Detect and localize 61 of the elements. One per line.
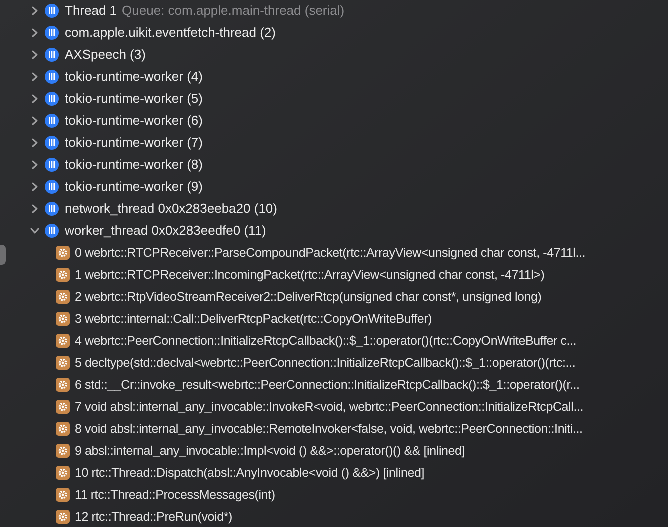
gear-icon (56, 312, 70, 326)
gear-icon (56, 444, 70, 458)
disclosure-chevron-icon[interactable] (30, 6, 40, 16)
thread-name: tokio-runtime-worker (4) (65, 68, 203, 86)
gear-icon (56, 488, 70, 502)
stack-frame[interactable]: 8 void absl::internal_any_invocable::RemoteInvoker<false, void, webrtc::PeerConnection::Initi... (75, 420, 583, 438)
disclosure-chevron-icon[interactable] (30, 138, 40, 148)
thread-name: Thread 1 (65, 2, 118, 20)
stack-frame[interactable]: 11 rtc::Thread::ProcessMessages(int) (75, 486, 276, 504)
thread-icon (45, 202, 59, 216)
disclosure-chevron-icon[interactable] (30, 94, 40, 104)
thread-icon (45, 136, 59, 150)
thread-icon (45, 70, 59, 84)
thread-icon (45, 4, 59, 18)
disclosure-chevron-icon[interactable] (30, 50, 40, 60)
gear-icon (56, 378, 70, 392)
disclosure-chevron-icon[interactable] (30, 226, 40, 236)
thread-icon (45, 158, 59, 172)
gear-icon (56, 400, 70, 414)
stack-frame[interactable]: 12 rtc::Thread::PreRun(void*) (75, 508, 232, 526)
stack-frame[interactable]: 0 webrtc::RTCPReceiver::ParseCompoundPacket(rtc::ArrayView<unsigned char const, -4711l... (75, 244, 586, 262)
stack-frame[interactable]: 5 decltype(std::declval<webrtc::PeerConnection::InitializeRtcpCallback()::$_1::operator()(rtc:... (75, 354, 576, 372)
thread-name: tokio-runtime-worker (8) (65, 156, 203, 174)
thread-name: tokio-runtime-worker (7) (65, 134, 203, 152)
stack-frame[interactable]: 4 webrtc::PeerConnection::InitializeRtcpCallback()::$_1::operator()(rtc::CopyOnWriteBuffer c... (75, 332, 577, 350)
gear-icon (56, 334, 70, 348)
stack-frame[interactable]: 2 webrtc::RtpVideoStreamReceiver2::DeliverRtcp(unsigned char const*, unsigned long) (75, 288, 542, 306)
thread-icon (45, 92, 59, 106)
disclosure-chevron-icon[interactable] (30, 116, 40, 126)
thread-icon (45, 180, 59, 194)
disclosure-chevron-icon[interactable] (30, 204, 40, 214)
thread-name: AXSpeech (3) (65, 46, 146, 64)
gear-icon (56, 246, 70, 260)
stack-frame[interactable]: 10 rtc::Thread::Dispatch(absl::AnyInvocable<void () &&>) [inlined] (75, 464, 424, 482)
thread-name: tokio-runtime-worker (5) (65, 90, 203, 108)
gear-icon (56, 290, 70, 304)
gear-icon (56, 466, 70, 480)
gear-icon (56, 268, 70, 282)
thread-queue: Queue: com.apple.main-thread (serial) (122, 2, 345, 20)
stack-frame[interactable]: 3 webrtc::internal::Call::DeliverRtcpPacket(rtc::CopyOnWriteBuffer) (75, 310, 432, 328)
gear-icon (56, 510, 70, 524)
stack-frame[interactable]: 1 webrtc::RTCPReceiver::IncomingPacket(rtc::ArrayView<unsigned char const, -4711l>) (75, 266, 545, 284)
thread-icon (45, 114, 59, 128)
thread-icon (45, 26, 59, 40)
disclosure-chevron-icon[interactable] (30, 182, 40, 192)
stack-frame[interactable]: 9 absl::internal_any_invocable::Impl<void () &&>::operator()() && [inlined] (75, 442, 466, 460)
gear-icon (56, 356, 70, 370)
resize-handle[interactable] (0, 245, 6, 265)
stack-frame[interactable]: 7 void absl::internal_any_invocable::InvokeR<void, webrtc::PeerConnection::InitializeRtcpCall... (75, 398, 584, 416)
thread-name: network_thread 0x0x283eeba20 (10) (65, 200, 278, 218)
disclosure-chevron-icon[interactable] (30, 28, 40, 38)
thread-name: com.apple.uikit.eventfetch-thread (2) (65, 24, 276, 42)
thread-icon (45, 224, 59, 238)
thread-name: worker_thread 0x0x283eedfe0 (11) (65, 222, 266, 240)
thread-icon (45, 48, 59, 62)
thread-name: tokio-runtime-worker (6) (65, 112, 203, 130)
stack-frame[interactable]: 6 std::__Cr::invoke_result<webrtc::PeerConnection::InitializeRtcpCallback()::$_1::operator()(r... (75, 376, 580, 394)
disclosure-chevron-icon[interactable] (30, 72, 40, 82)
disclosure-chevron-icon[interactable] (30, 160, 40, 170)
thread-name: tokio-runtime-worker (9) (65, 178, 203, 196)
gear-icon (56, 422, 70, 436)
